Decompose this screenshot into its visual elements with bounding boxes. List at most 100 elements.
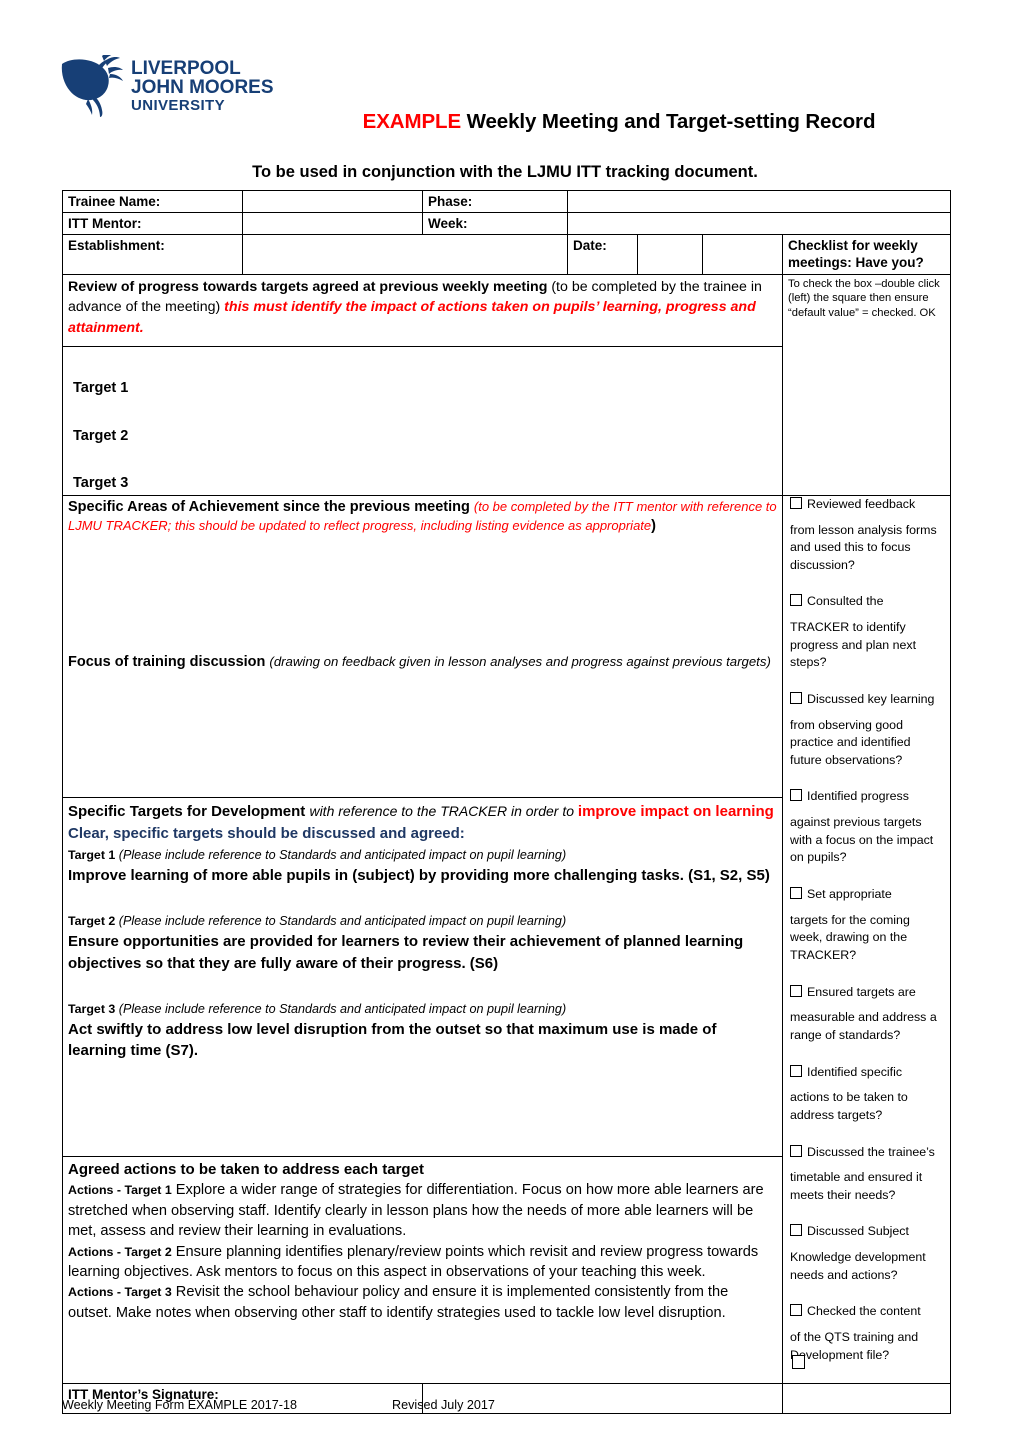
focus-heading: Focus of training discussion (drawing on…	[68, 653, 778, 673]
previous-target-2-label: Target 2	[73, 427, 129, 444]
action-target-3[interactable]: Actions - Target 3 Revisit the school be…	[68, 1282, 776, 1323]
checkbox-3-icon[interactable]	[790, 691, 802, 704]
checklist-item-2: Consulted the TRACKER to identify progres…	[790, 593, 945, 672]
td-head-red: improve impact on learning	[577, 802, 774, 820]
checklist-gap	[790, 1205, 945, 1223]
checklist-note: To check the box –double click (left) th…	[788, 277, 940, 320]
checkbox-1-icon[interactable]	[790, 496, 802, 509]
phase-input[interactable]	[567, 189, 951, 214]
achievement-heading: Specific Areas of Achievement since the …	[68, 498, 778, 537]
document-page: LIVERPOOL JOHN MOORES UNIVERSITY EXAMPLE…	[0, 0, 1020, 1443]
review-of-progress-cell[interactable]: Review of progress towards targets agree…	[62, 273, 783, 347]
checkbox-2-icon[interactable]	[790, 594, 802, 607]
checklist-gap	[790, 1126, 945, 1144]
spacer-cell	[702, 234, 783, 275]
dev-target-2-label: Target 2	[68, 914, 116, 929]
ljmu-logo: LIVERPOOL JOHN MOORES UNIVERSITY	[58, 55, 273, 117]
checkbox-9-icon[interactable]	[790, 1224, 802, 1237]
agreed-actions-cell[interactable]: Agreed actions to be taken to address ea…	[62, 1156, 783, 1385]
trainee-name-label: Trainee Name:	[62, 189, 243, 214]
dev-target-3-hint: (Please include reference to Standards a…	[115, 1001, 567, 1016]
checklist-gap	[790, 966, 945, 984]
checklist-item-1-first-line: Reviewed feedback	[790, 496, 945, 513]
dev-target-1-body[interactable]: Improve learning of more able pupils in …	[68, 865, 776, 886]
targets-development-cell[interactable]: Specific Targets for Development with re…	[62, 796, 783, 1158]
focus-bold: Focus of training discussion	[68, 653, 270, 670]
trainee-name-input[interactable]	[242, 189, 423, 214]
logo-text-university: UNIVERSITY	[131, 97, 225, 114]
previous-targets-cell[interactable]: Target 1 Target 2 Target 3	[62, 346, 783, 496]
table-row-mentor: ITT Mentor: Week:	[62, 212, 951, 236]
checklist-item-4-continuation: against previous targets with a focus on…	[790, 815, 934, 865]
checkbox-6-icon[interactable]	[790, 984, 802, 997]
itt-mentor-input[interactable]	[242, 212, 423, 236]
checklist-gap	[790, 1285, 945, 1303]
checkbox-extra-empty[interactable]	[792, 1355, 805, 1369]
page-subtitle: To be used in conjunction with the LJMU …	[252, 163, 758, 181]
checkbox-4-icon[interactable]	[790, 789, 802, 802]
checklist-item-3: Discussed key learning from observing goo…	[790, 691, 945, 770]
checklist-item-4-label: Identified progress	[807, 789, 909, 804]
achievement-and-focus-cell[interactable]: Specific Areas of Achievement since the …	[62, 494, 783, 798]
previous-target-3-label: Target 3	[73, 475, 129, 492]
checklist-item-10-label: Checked the content	[807, 1304, 921, 1319]
checklist-item-5: Set appropriate targets for the coming we…	[790, 886, 945, 965]
title-example-tag: EXAMPLE	[362, 110, 462, 133]
page-footer: Weekly Meeting Form EXAMPLE 2017-18 Revis…	[62, 1398, 952, 1412]
checkbox-10-icon[interactable]	[790, 1304, 802, 1317]
weekly-meeting-form-table: Trainee Name: Phase: ITT Mentor: Week: E…	[62, 189, 951, 1415]
itt-mentor-label: ITT Mentor:	[62, 212, 243, 236]
dev-target-1-label-line: Target 1 (Please include reference to St…	[68, 846, 776, 865]
checklist-item-4: Identified progress against previous targ…	[790, 788, 945, 867]
action-target-1[interactable]: Actions - Target 1 Explore a wider range…	[68, 1180, 776, 1241]
action-target-1-label: Actions - Target 1	[68, 1183, 172, 1198]
checklist-item-7-label: Identified specific	[807, 1064, 903, 1079]
checklist-item-9-first-line: Discussed Subject	[790, 1223, 945, 1240]
establishment-input[interactable]	[242, 234, 568, 275]
checklist-item-6-label: Ensured targets are	[807, 984, 916, 999]
focus-writing-area[interactable]	[68, 672, 778, 782]
week-input[interactable]	[567, 212, 951, 236]
checklist-item-10: Checked the content of the QTS training a…	[790, 1303, 945, 1364]
document-header: LIVERPOOL JOHN MOORES UNIVERSITY EXAMPLE…	[0, 0, 1020, 181]
targets-development-heading: Specific Targets for Development with re…	[68, 801, 776, 845]
checklist-items-cell: Reviewed feedback from lesson analysis fo…	[782, 494, 951, 1385]
date-input[interactable]	[637, 234, 703, 275]
checklist-gap	[790, 868, 945, 886]
checklist-item-9-label: Discussed Subject	[807, 1224, 909, 1239]
logo-text-liverpool: LIVERPOOL	[131, 58, 241, 79]
footer-left: Weekly Meeting Form EXAMPLE 2017-18	[62, 1398, 297, 1412]
checklist-item-7-continuation: actions to be taken to address targets?	[790, 1090, 908, 1122]
checklist-item-5-continuation: targets for the coming week, drawing on …	[790, 912, 910, 962]
checklist-gap	[790, 575, 945, 593]
checklist-item-5-label: Set appropriate	[807, 887, 892, 902]
checkbox-7-icon[interactable]	[790, 1064, 802, 1077]
checklist-item-7: Identified specific actions to be taken t…	[790, 1064, 945, 1125]
checklist-item-4-first-line: Identified progress	[790, 788, 945, 805]
checklist-item-6-first-line: Ensured targets are	[790, 984, 945, 1001]
checklist-item-1-label: Reviewed feedback	[807, 496, 916, 511]
achievement-writing-area[interactable]	[68, 537, 778, 653]
td-head-blue: Clear, specific targets should be discus…	[68, 824, 465, 842]
checklist-item-3-first-line: Discussed key learning	[790, 691, 945, 708]
checklist-item-8-label: Discussed the trainee’s	[807, 1144, 935, 1159]
dev-target-2-body[interactable]: Ensure opportunities are provided for le…	[68, 931, 776, 974]
checklist-item-2-continuation: TRACKER to identify progress and plan ne…	[790, 620, 917, 670]
checklist-item-9-continuation: Knowledge development needs and actions?	[790, 1250, 926, 1282]
checkbox-5-icon[interactable]	[790, 887, 802, 900]
phase-label: Phase:	[422, 189, 568, 214]
checklist-item-8-continuation: timetable and ensured it meets their nee…	[790, 1170, 923, 1202]
action-target-2[interactable]: Actions - Target 2 Ensure planning ident…	[68, 1242, 776, 1283]
week-label: Week:	[422, 212, 568, 236]
checklist-item-1: Reviewed feedback from lesson analysis fo…	[790, 496, 945, 575]
checkbox-8-icon[interactable]	[790, 1144, 802, 1157]
date-label: Date:	[567, 234, 638, 275]
dev-target-3-body[interactable]: Act swiftly to address low level disrupt…	[68, 1019, 776, 1062]
establishment-label: Establishment:	[62, 234, 243, 275]
checklist-item-5-first-line: Set appropriate	[790, 886, 945, 903]
checklist-item-10-first-line: Checked the content	[790, 1303, 945, 1320]
table-row-trainee: Trainee Name: Phase:	[62, 189, 951, 214]
table-row-establishment: Establishment: Date: Checklist for weekl…	[62, 234, 951, 275]
checklist-item-1-continuation: from lesson analysis forms and used this…	[790, 522, 937, 572]
td-head-bold: Specific Targets for Development	[68, 802, 310, 820]
